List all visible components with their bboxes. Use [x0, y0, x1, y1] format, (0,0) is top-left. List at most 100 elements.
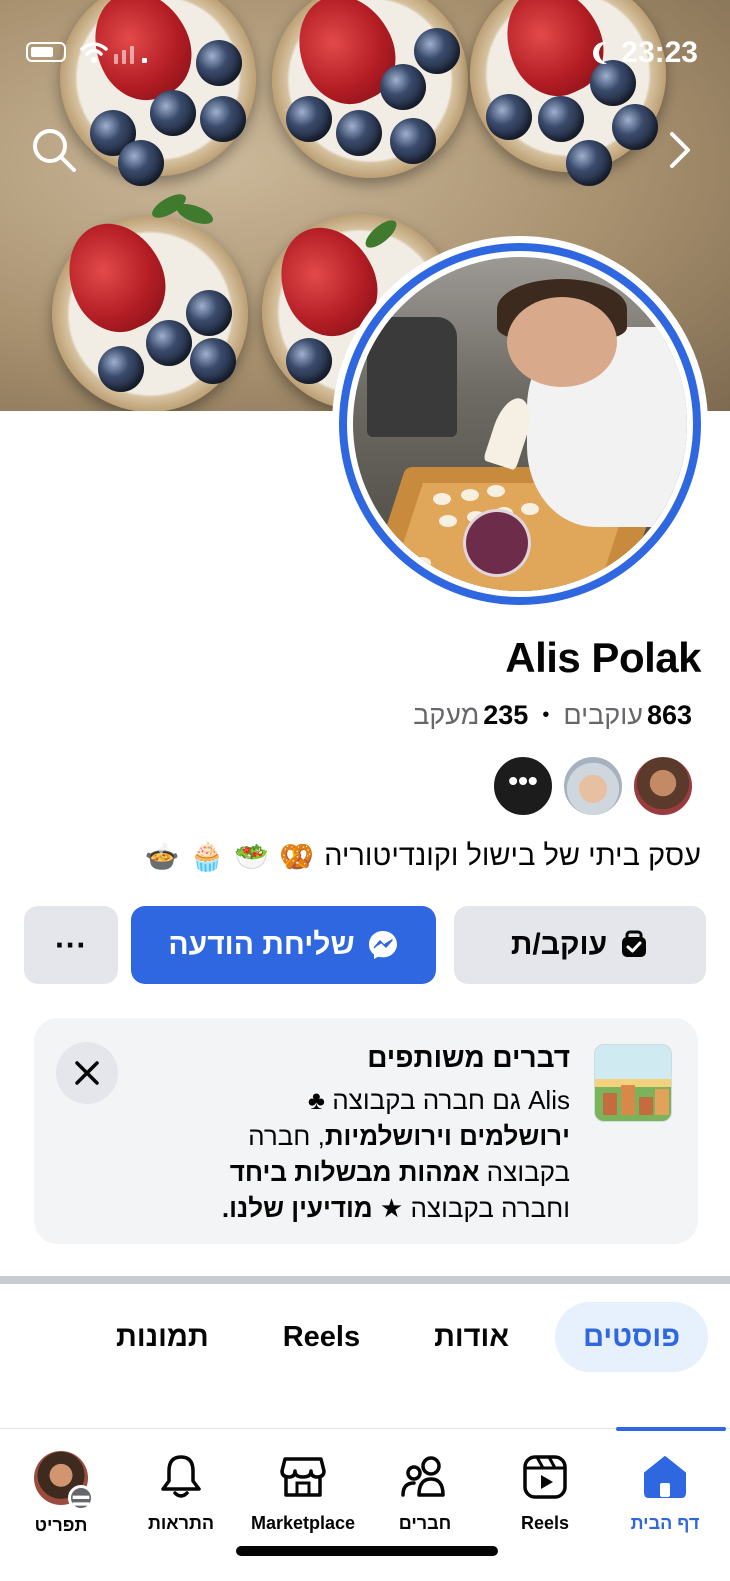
- moon-icon: [599, 42, 621, 64]
- group-link-3[interactable]: מודיעין שלנו: [229, 1193, 373, 1223]
- nav-menu[interactable]: תפריט: [0, 1439, 122, 1549]
- blueberry-image: [118, 140, 164, 186]
- chef-face-image: [507, 297, 617, 387]
- followers-label: עוקבים: [563, 700, 643, 730]
- blueberry-image: [286, 338, 332, 384]
- followers-count: 863: [646, 700, 692, 730]
- status-bar: 23:23: [0, 34, 730, 70]
- blueberry-image: [538, 96, 584, 142]
- story-ring: [339, 243, 701, 605]
- shared-line-3: בקבוצה אמהות מבשלות ביחד: [170, 1154, 570, 1190]
- send-message-button[interactable]: שליחת הודעה: [131, 906, 436, 984]
- stats-separator: •: [542, 704, 550, 726]
- marketplace-icon: [280, 1457, 326, 1497]
- nav-notifications[interactable]: התראות: [120, 1439, 242, 1549]
- blueberry-image: [98, 346, 144, 392]
- reels-icon: [523, 1455, 567, 1499]
- search-icon[interactable]: [30, 126, 78, 174]
- tab-posts[interactable]: פוסטים: [555, 1302, 708, 1372]
- group-thumbnail[interactable]: [594, 1044, 672, 1122]
- shared-things-body: Alis גם חברה בקבוצה ♣ ירושלמים וירושלמיו…: [170, 1082, 570, 1226]
- following-button-label: עוקב/ת: [510, 928, 608, 961]
- shared-line-4-text: וחברה בקבוצה ★: [372, 1193, 570, 1223]
- dismiss-card-button[interactable]: [56, 1042, 118, 1104]
- blueberry-image: [146, 320, 192, 366]
- tab-reels[interactable]: Reels: [255, 1302, 388, 1372]
- nav-marketplace-label: Marketplace: [250, 1513, 356, 1533]
- professional-badge-icon: [463, 509, 531, 577]
- profile-photo: [353, 257, 687, 591]
- menu-avatar: [34, 1451, 94, 1513]
- shared-things-title: דברים משותפים: [367, 1042, 570, 1073]
- more-dots: •••: [508, 765, 538, 796]
- send-message-label: שליחת הודעה: [168, 928, 355, 961]
- bottom-navigation: דף הבית Reels חברים Marketplace התראות ת…: [0, 1427, 730, 1581]
- close-icon: [75, 1061, 99, 1085]
- shared-line-1: Alis גם חברה בקבוצה ♣: [170, 1082, 570, 1118]
- mixer-image: [367, 317, 457, 437]
- chevron-right-icon[interactable]: [666, 130, 694, 170]
- menu-icon: [68, 1485, 94, 1513]
- following-check-icon: [622, 930, 647, 957]
- soup-emoji: 🍲: [144, 840, 180, 873]
- wifi-icon: [80, 42, 147, 64]
- group-link-1[interactable]: ירושלמים וירושלמיות: [325, 1121, 570, 1151]
- following-label: מעקב: [413, 700, 480, 730]
- blueberry-image: [612, 104, 658, 150]
- blueberry-image: [390, 118, 436, 164]
- profile-picture[interactable]: [332, 236, 708, 612]
- bell-icon: [161, 1455, 201, 1498]
- nav-friends-label: חברים: [398, 1513, 452, 1533]
- following-count: 235: [483, 700, 529, 730]
- section-divider: [0, 1276, 730, 1284]
- home-icon: [644, 1456, 686, 1498]
- bio-text: עסק ביתי של בישול וקונדיטוריה: [324, 840, 701, 872]
- shared-line-4: וחברה בקבוצה ★ מודיעין שלנו.: [170, 1190, 570, 1226]
- home-indicator[interactable]: [236, 1546, 498, 1556]
- profile-tabs: פוסטים אודות Reels תמונות: [88, 1302, 708, 1372]
- nav-notifications-label: התראות: [147, 1513, 215, 1533]
- mutual-friends-avatars[interactable]: •••: [492, 755, 694, 817]
- shared-line-3-text: בקבוצה: [479, 1157, 570, 1187]
- status-time: 23:23: [621, 36, 698, 69]
- blueberry-image: [186, 290, 232, 336]
- blueberry-image: [566, 140, 612, 186]
- profile-name: Alis Polak: [505, 634, 701, 681]
- pretzel-emoji: 🥨: [279, 840, 315, 873]
- shared-line-2: ירושלמים וירושלמיות, חברה: [170, 1118, 570, 1154]
- nav-home[interactable]: דף הבית: [604, 1439, 726, 1549]
- nav-reels[interactable]: Reels: [484, 1439, 606, 1549]
- blueberry-image: [200, 96, 246, 142]
- messenger-icon: [368, 931, 397, 959]
- salad-emoji: 🥗: [234, 840, 270, 873]
- shared-things-card: דברים משותפים Alis גם חברה בקבוצה ♣ ירוש…: [34, 1018, 698, 1244]
- profile-bio: עסק ביתי של בישול וקונדיטוריה 🥨 🥗 🧁 🍲: [145, 840, 701, 873]
- tab-photos[interactable]: תמונות: [88, 1302, 237, 1372]
- nav-home-label: דף הבית: [630, 1513, 700, 1533]
- more-friends-avatar[interactable]: •••: [492, 755, 554, 817]
- blueberry-image: [380, 64, 426, 110]
- friends-icon: [401, 1456, 445, 1497]
- nav-marketplace[interactable]: Marketplace: [242, 1439, 364, 1549]
- following-button[interactable]: עוקב/ת: [454, 906, 706, 984]
- blueberry-image: [486, 94, 532, 140]
- follow-stats[interactable]: 863 עוקבים • 235 מעקב: [413, 700, 692, 731]
- active-tab-indicator: [616, 1427, 726, 1431]
- friend-avatar[interactable]: [562, 755, 624, 817]
- more-options-button[interactable]: ···: [24, 906, 118, 984]
- shared-line-2-text: , חברה: [248, 1121, 325, 1151]
- nav-reels-label: Reels: [520, 1513, 570, 1533]
- cupcake-emoji: 🧁: [189, 840, 225, 873]
- status-clock: 23:23: [593, 36, 698, 70]
- friend-avatar[interactable]: [632, 755, 694, 817]
- nav-friends[interactable]: חברים: [364, 1439, 486, 1549]
- battery-icon: [26, 42, 66, 62]
- blueberry-image: [190, 338, 236, 384]
- blueberry-image: [286, 96, 332, 142]
- group-link-2[interactable]: אמהות מבשלות ביחד: [230, 1157, 480, 1187]
- more-options-icon: ···: [55, 926, 87, 963]
- blueberry-image: [150, 90, 196, 136]
- shared-line-1-text: Alis גם חברה בקבוצה ♣: [307, 1085, 570, 1115]
- blueberry-image: [336, 110, 382, 156]
- tab-about[interactable]: אודות: [406, 1302, 537, 1372]
